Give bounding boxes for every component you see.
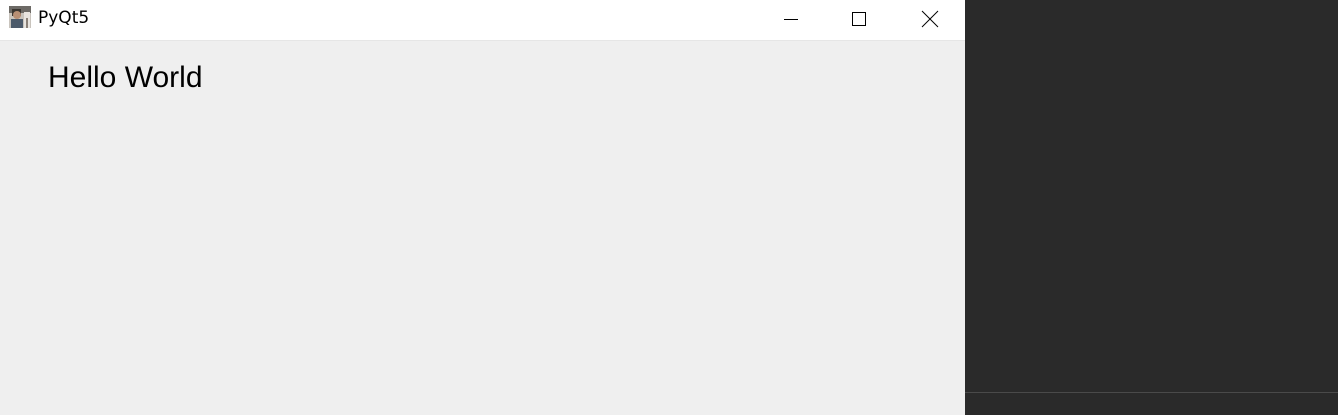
close-icon [921, 10, 939, 27]
maximize-icon [852, 11, 866, 26]
minimize-button[interactable] [756, 0, 826, 37]
close-button[interactable] [895, 0, 965, 37]
desktop-background [965, 0, 1338, 415]
title-bar[interactable]: PyQt5 [0, 0, 965, 41]
divider [965, 392, 1338, 393]
pyqt5-window: PyQt5 Hello World [0, 0, 965, 415]
minimize-icon [784, 18, 798, 20]
maximize-button[interactable] [824, 0, 894, 37]
hello-label: Hello World [48, 61, 203, 94]
window-title: PyQt5 [38, 8, 90, 28]
app-icon [9, 6, 31, 28]
